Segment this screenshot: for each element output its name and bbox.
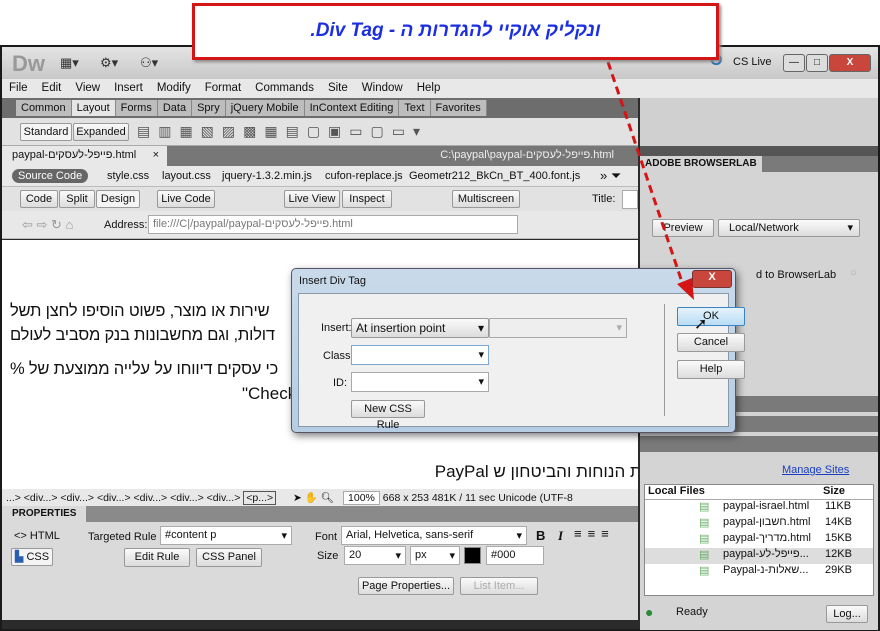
arrow-head — [677, 278, 694, 300]
callout-arrow — [606, 61, 694, 300]
instruction-callout: ונקליק אוקיי להגדרות ה - Div Tag. — [192, 3, 719, 60]
arrow-line — [606, 61, 686, 289]
